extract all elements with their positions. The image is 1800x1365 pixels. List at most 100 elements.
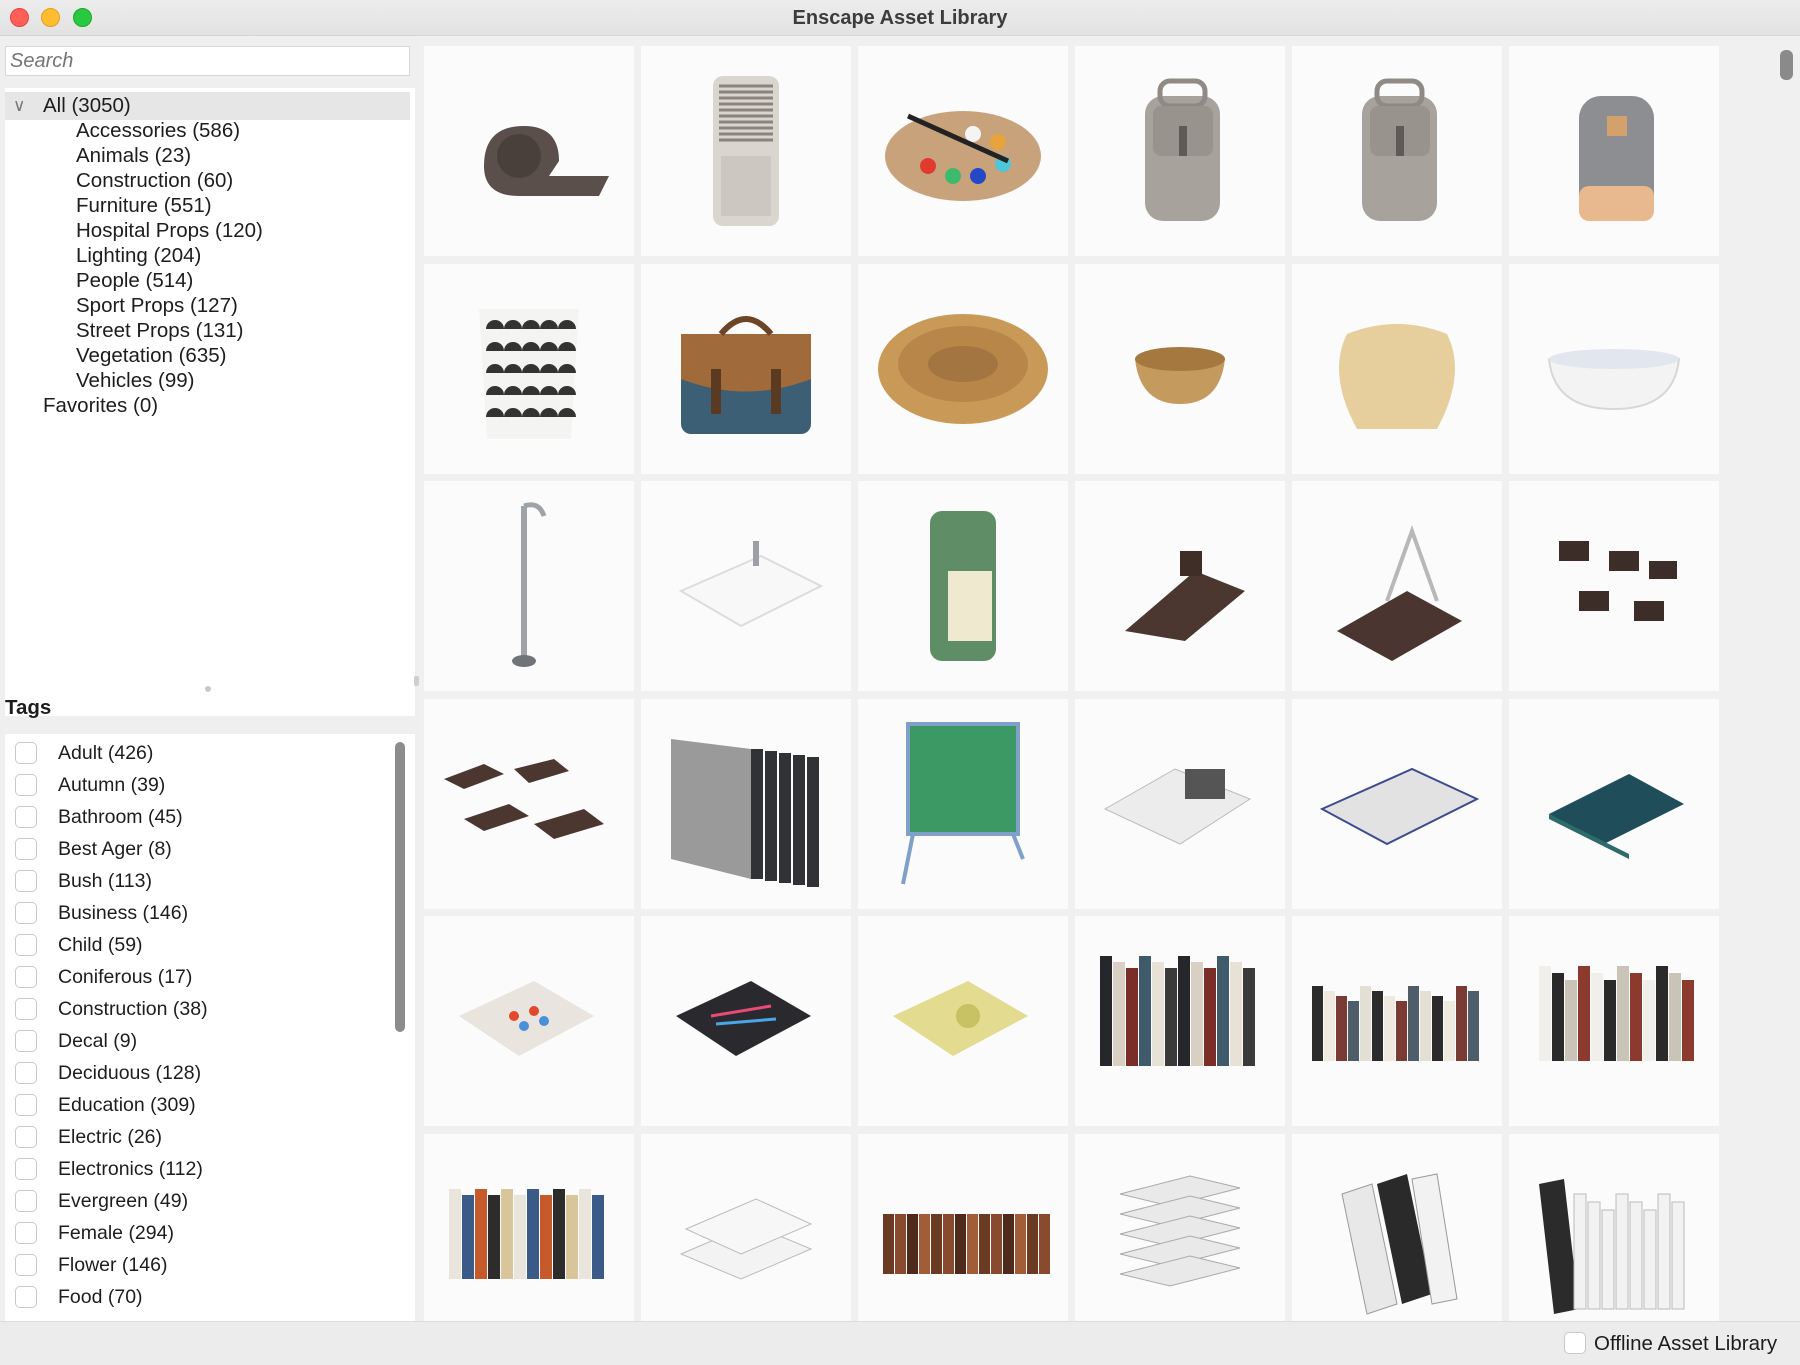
category-item[interactable]: Accessories (586) <box>76 117 240 145</box>
tag-checkbox[interactable] <box>15 806 37 828</box>
asset-tile-laundry-basket[interactable] <box>424 263 634 474</box>
tag-item[interactable]: Decal (9) <box>5 1028 385 1054</box>
asset-tile-messenger-bag[interactable] <box>641 263 851 474</box>
category-scroll-knob[interactable] <box>414 676 419 686</box>
tag-checkbox[interactable] <box>15 966 37 988</box>
tag-checkbox[interactable] <box>15 902 37 924</box>
asset-tile-books-stack[interactable] <box>641 1133 851 1321</box>
asset-tile-book-yellow[interactable] <box>858 916 1068 1126</box>
category-all[interactable]: ∨ All (3050) <box>5 92 410 120</box>
category-item[interactable]: Construction (60) <box>76 167 233 195</box>
asset-tile-closed-book[interactable] <box>1509 698 1719 909</box>
category-item[interactable]: Hospital Props (120) <box>76 217 263 245</box>
tag-checkbox[interactable] <box>15 1158 37 1180</box>
tag-item[interactable]: Electric (26) <box>5 1124 385 1150</box>
tag-label: Child (59) <box>58 934 143 956</box>
category-item[interactable]: Furniture (551) <box>76 192 212 220</box>
tag-item[interactable]: Best Ager (8) <box>5 836 385 862</box>
category-item[interactable]: Animals (23) <box>76 142 191 170</box>
tag-checkbox[interactable] <box>15 934 37 956</box>
asset-tile-bathtub[interactable] <box>1509 263 1719 474</box>
asset-tile-sink[interactable] <box>641 481 851 691</box>
asset-tile-backpack-beige[interactable] <box>1075 46 1285 256</box>
asset-tile-open-magazine[interactable] <box>1075 698 1285 909</box>
asset-tile-paint-palette[interactable] <box>858 46 1068 256</box>
splitter-handle[interactable] <box>205 686 211 692</box>
asset-tile-floor-faucet[interactable] <box>424 481 634 691</box>
tag-item[interactable]: Food (70) <box>5 1284 385 1310</box>
tag-checkbox[interactable] <box>15 1222 37 1244</box>
asset-tile-clips-scatter[interactable] <box>424 698 634 909</box>
asset-tile-beverage-can[interactable] <box>858 481 1068 691</box>
asset-tile-wicker-basket[interactable] <box>858 263 1068 474</box>
grid-scroll-track <box>1722 36 1800 1321</box>
tag-item[interactable]: Coniferous (17) <box>5 964 385 990</box>
category-item[interactable]: Street Props (131) <box>76 317 244 345</box>
offline-checkbox[interactable] <box>1564 1332 1586 1354</box>
tag-checkbox[interactable] <box>15 1030 37 1052</box>
tag-item[interactable]: Evergreen (49) <box>5 1188 385 1214</box>
asset-tile-books-pile[interactable] <box>1075 1133 1285 1321</box>
tag-item[interactable]: Electronics (112) <box>5 1156 385 1182</box>
asset-tile-books-row-a[interactable] <box>1075 916 1285 1126</box>
tag-item[interactable]: Deciduous (128) <box>5 1060 385 1086</box>
asset-tile-chalkboard[interactable] <box>858 698 1068 909</box>
category-favorites[interactable]: Favorites (0) <box>43 392 158 420</box>
tag-checkbox[interactable] <box>15 998 37 1020</box>
asset-tile-folders[interactable] <box>641 698 851 909</box>
category-item[interactable]: People (514) <box>76 267 193 295</box>
category-all-label: All (3050) <box>43 94 131 117</box>
tag-checkbox[interactable] <box>15 1254 37 1276</box>
tag-checkbox[interactable] <box>15 870 37 892</box>
tag-checkbox[interactable] <box>15 1126 37 1148</box>
stack-icon <box>679 1197 813 1280</box>
tag-checkbox[interactable] <box>15 838 37 860</box>
flatbook-icon <box>459 981 594 1056</box>
asset-tile-tape-dispenser[interactable] <box>424 46 634 256</box>
tag-item[interactable]: Child (59) <box>5 932 385 958</box>
asset-tile-books-brown[interactable] <box>858 1133 1068 1321</box>
tag-checkbox[interactable] <box>15 1062 37 1084</box>
tag-item[interactable]: Female (294) <box>5 1220 385 1246</box>
category-item[interactable]: Vegetation (635) <box>76 342 226 370</box>
tag-item[interactable]: Adult (426) <box>5 740 385 766</box>
asset-tile-backpack-grey[interactable] <box>1509 46 1719 256</box>
tag-checkbox[interactable] <box>15 1286 37 1308</box>
category-item[interactable]: Sport Props (127) <box>76 292 238 320</box>
tag-label: Construction (38) <box>58 998 208 1020</box>
tag-item[interactable]: Construction (38) <box>5 996 385 1022</box>
asset-tile-binder-clip[interactable] <box>1292 481 1502 691</box>
asset-tile-book-colorful[interactable] <box>424 916 634 1126</box>
tag-checkbox[interactable] <box>15 1190 37 1212</box>
asset-tile-book-dark[interactable] <box>641 916 851 1126</box>
tag-checkbox[interactable] <box>15 774 37 796</box>
chevron-down-icon[interactable]: ∨ <box>13 92 25 120</box>
tags-scrollbar[interactable] <box>395 742 405 1032</box>
asset-tile-binder-clips-set[interactable] <box>1509 481 1719 691</box>
board-icon <box>901 721 1025 884</box>
tag-checkbox[interactable] <box>15 1094 37 1116</box>
tag-item[interactable]: Autumn (39) <box>5 772 385 798</box>
category-item[interactable]: Lighting (204) <box>76 242 201 270</box>
tag-item[interactable]: Bathroom (45) <box>5 804 385 830</box>
asset-tile-woven-basket[interactable] <box>1292 263 1502 474</box>
asset-tile-air-cooler[interactable] <box>641 46 851 256</box>
tag-item[interactable]: Education (309) <box>5 1092 385 1118</box>
asset-tile-books-row-b[interactable] <box>1292 916 1502 1126</box>
asset-tile-open-book[interactable] <box>1292 698 1502 909</box>
asset-tile-books-leaning[interactable] <box>1292 1133 1502 1321</box>
asset-tile-backpack-tan[interactable] <box>1292 46 1502 256</box>
grid-scrollbar[interactable] <box>1780 50 1793 80</box>
search-input[interactable] <box>5 46 410 76</box>
asset-tile-books-shelf[interactable] <box>1509 1133 1719 1321</box>
tag-item[interactable]: Bush (113) <box>5 868 385 894</box>
asset-tile-books-row-d[interactable] <box>424 1133 634 1321</box>
tag-checkbox[interactable] <box>15 742 37 764</box>
tag-item[interactable]: Flower (146) <box>5 1252 385 1278</box>
asset-tile-small-bowl[interactable] <box>1075 263 1285 474</box>
bag-icon <box>681 315 811 434</box>
category-item[interactable]: Vehicles (99) <box>76 367 195 395</box>
asset-tile-clip[interactable] <box>1075 481 1285 691</box>
tag-item[interactable]: Business (146) <box>5 900 385 926</box>
asset-tile-books-row-c[interactable] <box>1509 916 1719 1126</box>
